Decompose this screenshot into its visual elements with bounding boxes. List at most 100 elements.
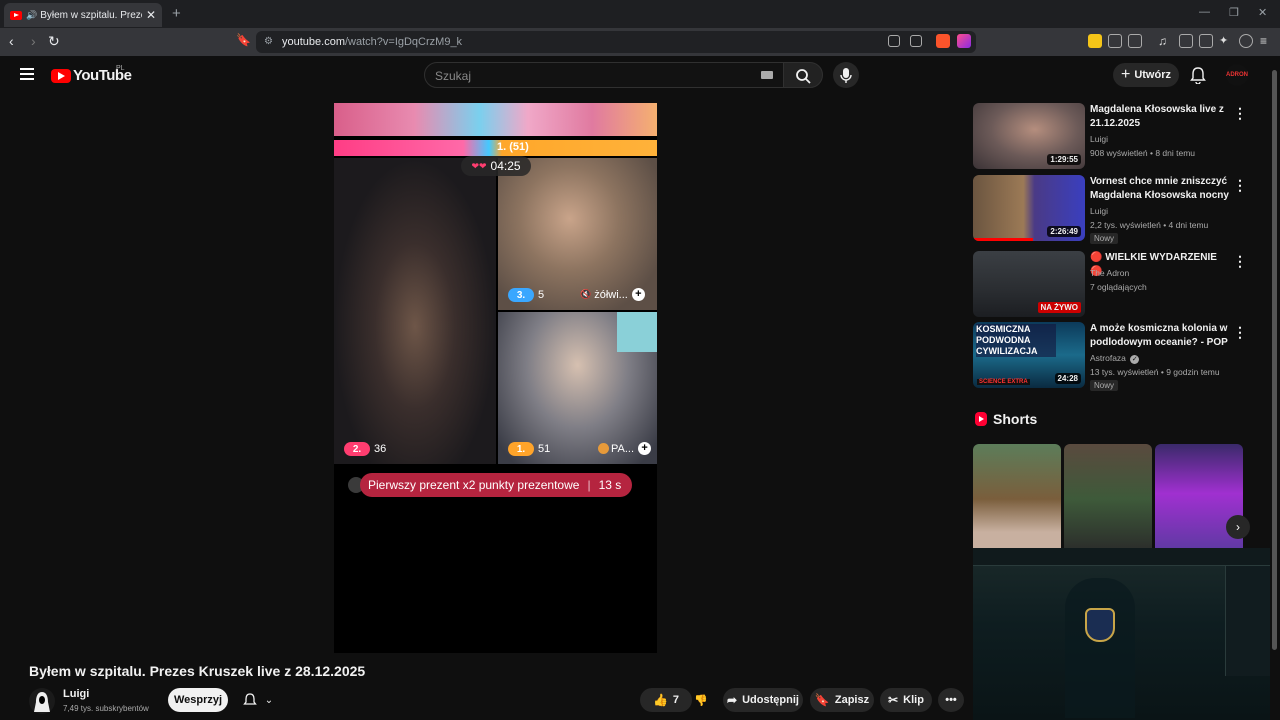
recommended-video[interactable]: NA ŻYWO 🔴 WIELKIE WYDARZENIE 🔴 The Adron… xyxy=(973,251,1253,319)
forward-icon[interactable]: › xyxy=(31,33,36,49)
clip-button[interactable]: ✂ Klip xyxy=(880,688,932,712)
browser-tab-bar: 🔊 Byłem w szpitalu. Prezes Kruszek ✕ + —… xyxy=(0,0,1280,28)
participant-nick: PA... + xyxy=(598,442,652,455)
dislike-button[interactable]: 👎 xyxy=(686,688,716,712)
more-options-icon[interactable]: ⋮ xyxy=(1233,177,1247,194)
thumbs-up-icon: 👍 xyxy=(652,693,668,707)
video-player[interactable]: 1. (51) 2. 36 3. 5 🔇 żółwi... + 1. 51 PA… xyxy=(334,103,657,653)
reload-icon[interactable]: ↻ xyxy=(48,33,60,50)
save-button[interactable]: 🔖 Zapisz xyxy=(810,688,874,712)
wallet-icon[interactable] xyxy=(1199,34,1213,48)
recommendation-channel[interactable]: Astrofaza ✓ xyxy=(1090,353,1140,364)
recommendation-channel[interactable]: Luigi xyxy=(1090,206,1108,216)
extension-box-icon[interactable] xyxy=(1128,34,1142,48)
rank-crest-icon xyxy=(1085,608,1115,642)
nick-text: PA... xyxy=(611,442,635,455)
leo-ai-icon[interactable]: ✦ xyxy=(1219,34,1233,48)
url-domain: youtube.com xyxy=(282,36,345,48)
account-avatar[interactable]: ADRON xyxy=(1226,64,1248,86)
recommended-video[interactable]: 1:29:55 Magdalena Kłosowska live z 21.12… xyxy=(973,103,1253,171)
sidebar-toggle-icon[interactable] xyxy=(1179,34,1193,48)
subscription-bell-button[interactable]: ⌄ xyxy=(236,688,280,712)
new-tab-icon[interactable]: + xyxy=(172,5,181,22)
address-bar[interactable]: ⚙ youtube.com/watch?v=IgDqCrzM9_k xyxy=(256,31,976,53)
bell-icon xyxy=(1190,67,1206,85)
timer-text: 04:25 xyxy=(490,159,521,173)
verified-icon: ✓ xyxy=(1130,355,1140,364)
microphone-icon xyxy=(840,68,852,83)
recommended-video[interactable]: KOSMICZNA PODWODNA CYWILIZACJA SCIENCE E… xyxy=(973,322,1253,391)
channel-avatar[interactable] xyxy=(29,688,55,714)
short-thumbnail[interactable] xyxy=(1155,444,1243,554)
share-button[interactable]: ➦ Udostępnij xyxy=(723,688,803,712)
recommendation-meta: 908 wyświetleń • 8 dni temu xyxy=(1090,148,1196,158)
bookmark-icon: 🔖 xyxy=(814,693,830,707)
subscriber-count: 7,49 tys. subskrybentów xyxy=(63,704,149,713)
maximize-icon[interactable]: ❐ xyxy=(1229,6,1239,19)
recommendation-channel[interactable]: The Adron xyxy=(1090,268,1129,278)
notifications-button[interactable] xyxy=(1190,66,1206,89)
keyboard-icon[interactable] xyxy=(761,71,773,79)
support-button[interactable]: Wesprzyj xyxy=(168,688,228,712)
minimize-icon[interactable]: — xyxy=(1199,6,1210,18)
brave-rewards-icon[interactable] xyxy=(957,34,971,48)
browser-menu-icon[interactable]: ≡ xyxy=(1260,34,1274,48)
save-label: Zapisz xyxy=(834,694,870,706)
menu-icon[interactable] xyxy=(20,68,34,80)
video-thumbnail[interactable]: 2:26:49 xyxy=(973,175,1085,241)
video-thumbnail[interactable]: 1:29:55 xyxy=(973,103,1085,169)
background-window xyxy=(617,312,657,352)
page-scrollbar-thumb[interactable] xyxy=(1272,70,1277,650)
more-options-icon[interactable]: ⋮ xyxy=(1233,324,1247,341)
bookmark-icon[interactable]: 🔖 xyxy=(236,33,251,47)
extension-yellow-icon[interactable] xyxy=(1088,34,1102,48)
participant-score: 36 xyxy=(374,443,387,455)
share-page-icon[interactable] xyxy=(910,35,922,47)
search-input[interactable]: Szukaj xyxy=(424,62,784,88)
extensions-icon[interactable] xyxy=(1108,34,1122,48)
audio-playing-icon[interactable]: 🔊 xyxy=(26,10,37,21)
short-thumbnail[interactable] xyxy=(973,444,1061,554)
create-button[interactable]: + Utwórz xyxy=(1113,63,1179,87)
gift-countdown: 13 s xyxy=(598,478,622,492)
video-thumbnail[interactable]: KOSMICZNA PODWODNA CYWILIZACJA SCIENCE E… xyxy=(973,322,1085,388)
hearts-icon: ❤❤ xyxy=(471,160,487,171)
tab-title: Byłem w szpitalu. Prezes Kruszek xyxy=(40,9,142,21)
vpn-icon[interactable] xyxy=(1239,34,1253,48)
channel-name[interactable]: Luigi xyxy=(63,688,89,700)
short-thumbnail[interactable] xyxy=(1064,444,1152,554)
search-button[interactable] xyxy=(783,62,823,88)
close-window-icon[interactable]: ✕ xyxy=(1258,6,1267,19)
voice-search-button[interactable] xyxy=(833,62,859,88)
more-options-icon[interactable]: ⋮ xyxy=(1233,253,1247,270)
hooded-figure-icon xyxy=(34,692,50,712)
video-thumbnail[interactable]: NA ŻYWO xyxy=(973,251,1085,317)
recommendation-channel[interactable]: Luigi xyxy=(1090,134,1108,144)
more-actions-button[interactable]: ••• xyxy=(938,688,964,712)
next-arrow-icon[interactable]: › xyxy=(1226,515,1250,539)
browser-tab[interactable]: 🔊 Byłem w szpitalu. Prezes Kruszek ✕ xyxy=(4,3,162,27)
recommended-video[interactable]: 2:26:49 Vornest chce mnie zniszczyć Magd… xyxy=(973,175,1253,244)
video-title: Byłem w szpitalu. Prezes Kruszek live z … xyxy=(29,663,366,679)
gift-text: Pierwszy prezent x2 punkty prezentowe xyxy=(368,478,580,492)
more-options-icon[interactable]: ⋮ xyxy=(1233,105,1247,122)
recommendation-title[interactable]: Vornest chce mnie zniszczyć Magdalena Kł… xyxy=(1090,175,1230,203)
like-button[interactable]: 👍 7 xyxy=(640,688,692,712)
site-info-icon[interactable]: ⚙ xyxy=(264,36,273,47)
back-icon[interactable]: ‹ xyxy=(9,33,14,49)
share-label: Udostępnij xyxy=(742,694,799,706)
recommendation-title[interactable]: A może kosmiczna kolonia w podlodowym oc… xyxy=(1090,322,1230,350)
recommendation-title[interactable]: Magdalena Kłosowska live z 21.12.2025 xyxy=(1090,103,1230,131)
media-controls-icon[interactable]: ♫ xyxy=(1158,34,1172,48)
participant-video-3: 1. 51 PA... + xyxy=(498,312,657,464)
open-in-app-icon[interactable] xyxy=(888,35,900,47)
follow-plus-icon[interactable]: + xyxy=(631,288,645,301)
clip-label: Klip xyxy=(903,694,924,706)
close-tab-icon[interactable]: ✕ xyxy=(146,8,156,22)
brave-shields-icon[interactable] xyxy=(936,34,950,48)
thumbnail-caption: KOSMICZNA PODWODNA CYWILIZACJA xyxy=(976,324,1056,357)
recommendation-meta: 13 tys. wyświetleń • 9 godzin temu xyxy=(1090,367,1220,377)
recommendation-meta: 2,2 tys. wyświetleń • 4 dni temu xyxy=(1090,220,1209,230)
follow-plus-icon[interactable]: + xyxy=(638,442,652,455)
like-count: 7 xyxy=(672,694,680,706)
